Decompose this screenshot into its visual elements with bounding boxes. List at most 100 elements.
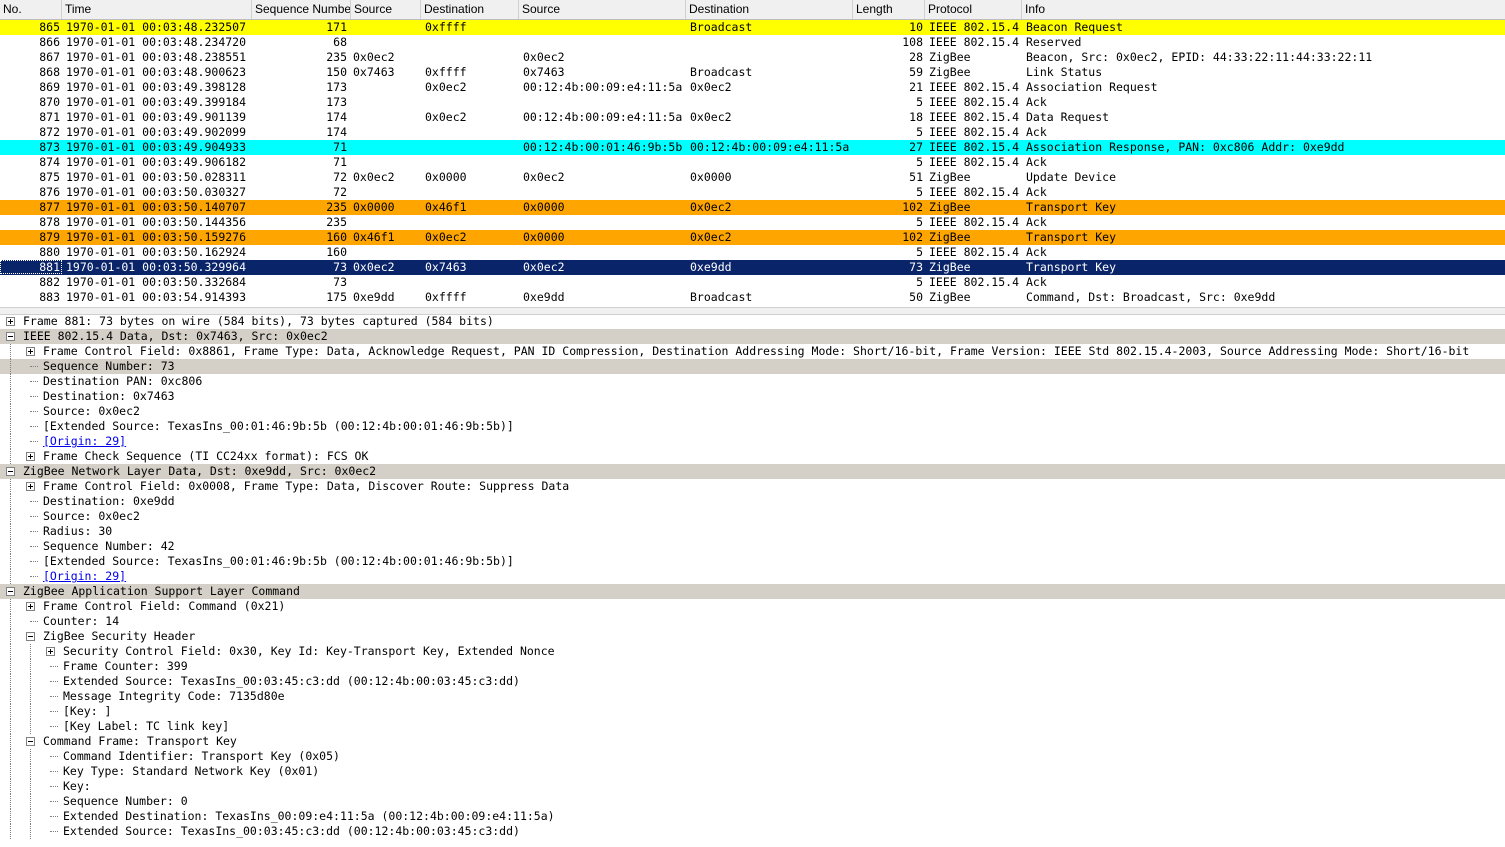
tree-connector: [50, 756, 58, 757]
expand-icon[interactable]: [26, 482, 35, 491]
column-header-destination-2[interactable]: Destination: [686, 0, 853, 19]
cell-time: 1970-01-01 00:03:48.232507: [66, 20, 247, 34]
tree-connector: [50, 666, 58, 667]
packet-row[interactable]: 867 1970-01-01 00:03:48.238551 235 0x0ec2 0x…: [0, 50, 1505, 65]
packet-row[interactable]: 865 1970-01-01 00:03:48.232507 171 0xffff Br…: [0, 20, 1505, 35]
tree-connector: [10, 734, 11, 749]
packet-row[interactable]: 875 1970-01-01 00:03:50.028311 72 0x0ec2 0x0…: [0, 170, 1505, 185]
packet-row-selected[interactable]: 881 1970-01-01 00:03:50.329964 73 0x0ec2 0x7…: [0, 260, 1505, 275]
column-header-source[interactable]: Source: [351, 0, 421, 19]
column-header-no[interactable]: No.: [0, 0, 62, 19]
tree-node[interactable]: Source: 0x0ec2: [0, 404, 1505, 419]
tree-node[interactable]: Key:: [0, 779, 1505, 794]
cell-info: Reserved: [1026, 35, 1082, 49]
origin-link[interactable]: [Origin: 29]: [43, 434, 126, 449]
packet-row[interactable]: 883 1970-01-01 00:03:54.914393 175 0xe9dd 0x…: [0, 290, 1505, 305]
tree-connector: [10, 644, 11, 659]
tree-node[interactable]: Frame Counter: 399: [0, 659, 1505, 674]
tree-node-label: ZigBee Security Header: [43, 629, 196, 643]
cell-info: Association Response, PAN: 0xc806 Addr: …: [1026, 140, 1345, 154]
packet-row[interactable]: 869 1970-01-01 00:03:49.398128 173 0x0ec2 00…: [0, 80, 1505, 95]
tree-node[interactable]: Key Type: Standard Network Key (0x01): [0, 764, 1505, 779]
packet-row[interactable]: 877 1970-01-01 00:03:50.140707 235 0x0000 0x…: [0, 200, 1505, 215]
cell-dst: 0x0000: [425, 170, 467, 184]
tree-node[interactable]: [Origin: 29]: [0, 569, 1505, 584]
tree-node[interactable]: [Origin: 29]: [0, 434, 1505, 449]
tree-node[interactable]: Command Frame: Transport Key: [0, 734, 1505, 749]
cell-time: 1970-01-01 00:03:49.398128: [66, 80, 247, 94]
tree-node[interactable]: IEEE 802.15.4 Data, Dst: 0x7463, Src: 0x…: [0, 329, 1505, 344]
tree-node[interactable]: Extended Source: TexasIns_00:03:45:c3:dd…: [0, 824, 1505, 839]
tree-node[interactable]: Extended Source: TexasIns_00:03:45:c3:dd…: [0, 674, 1505, 689]
tree-node[interactable]: Counter: 14: [0, 614, 1505, 629]
expand-icon[interactable]: [26, 452, 35, 461]
tree-node[interactable]: Frame Control Field: 0x8861, Frame Type:…: [0, 344, 1505, 359]
tree-node[interactable]: [Key: ]: [0, 704, 1505, 719]
tree-connector: [30, 809, 31, 824]
tree-node[interactable]: [Key Label: TC link key]: [0, 719, 1505, 734]
packet-row[interactable]: 873 1970-01-01 00:03:49.904933 71 00:12:4b:…: [0, 140, 1505, 155]
tree-connector: [10, 434, 11, 449]
packet-row[interactable]: 880 1970-01-01 00:03:50.162924 160 5 IEEE 80…: [0, 245, 1505, 260]
packet-row[interactable]: 868 1970-01-01 00:03:48.900623 150 0x7463 0x…: [0, 65, 1505, 80]
tree-node[interactable]: Sequence Number: 73: [0, 359, 1505, 374]
collapse-icon[interactable]: [6, 467, 15, 476]
column-header-protocol[interactable]: Protocol: [925, 0, 1022, 19]
cell-dst2: Broadcast: [690, 20, 753, 34]
packet-row[interactable]: 870 1970-01-01 00:03:49.399184 173 5 IEEE 80…: [0, 95, 1505, 110]
tree-node[interactable]: Sequence Number: 42: [0, 539, 1505, 554]
tree-node[interactable]: Frame Control Field: Command (0x21): [0, 599, 1505, 614]
cell-src: 0x7463: [353, 65, 395, 79]
tree-node-label: Key Type: Standard Network Key (0x01): [63, 764, 320, 778]
column-header-info[interactable]: Info: [1022, 0, 1505, 19]
tree-node[interactable]: Frame 881: 73 bytes on wire (584 bits), …: [0, 314, 1505, 329]
packet-row[interactable]: 872 1970-01-01 00:03:49.902099 174 5 IEEE 80…: [0, 125, 1505, 140]
packet-row[interactable]: 866 1970-01-01 00:03:48.234720 68 108 IEEE 8…: [0, 35, 1505, 50]
tree-node[interactable]: [Extended Source: TexasIns_00:01:46:9b:5…: [0, 419, 1505, 434]
tree-node[interactable]: ZigBee Application Support Layer Command: [0, 584, 1505, 599]
cell-src2: 0x7463: [523, 65, 565, 79]
tree-node[interactable]: ZigBee Network Layer Data, Dst: 0xe9dd, …: [0, 464, 1505, 479]
collapse-icon[interactable]: [6, 332, 15, 341]
column-header-destination[interactable]: Destination: [421, 0, 519, 19]
tree-node[interactable]: Sequence Number: 0: [0, 794, 1505, 809]
column-header-time[interactable]: Time: [62, 0, 252, 19]
tree-node[interactable]: ZigBee Security Header: [0, 629, 1505, 644]
collapse-icon[interactable]: [26, 632, 35, 641]
cell-info: Ack: [1026, 215, 1047, 229]
tree-node[interactable]: Destination PAN: 0xc806: [0, 374, 1505, 389]
tree-node[interactable]: Frame Check Sequence (TI CC24xx format):…: [0, 449, 1505, 464]
cell-no: 870: [39, 95, 60, 109]
expand-icon[interactable]: [26, 602, 35, 611]
tree-node[interactable]: Extended Destination: TexasIns_00:09:e4:…: [0, 809, 1505, 824]
tree-node[interactable]: Security Control Field: 0x30, Key Id: Ke…: [0, 644, 1505, 659]
packet-row[interactable]: 876 1970-01-01 00:03:50.030327 72 5 IEEE 802…: [0, 185, 1505, 200]
tree-node[interactable]: [Extended Source: TexasIns_00:01:46:9b:5…: [0, 554, 1505, 569]
packet-row[interactable]: 882 1970-01-01 00:03:50.332684 73 5 IEEE 802…: [0, 275, 1505, 290]
column-header-length[interactable]: Length: [853, 0, 925, 19]
cell-len: 59: [909, 65, 923, 79]
cell-dst2: 0x0ec2: [690, 200, 732, 214]
cell-info: Transport Key: [1026, 230, 1117, 244]
packet-row[interactable]: 874 1970-01-01 00:03:49.906182 71 5 IEEE 802…: [0, 155, 1505, 170]
collapse-icon[interactable]: [6, 587, 15, 596]
expand-icon[interactable]: [6, 317, 15, 326]
column-header-source-2[interactable]: Source: [519, 0, 686, 19]
collapse-icon[interactable]: [26, 737, 35, 746]
tree-node[interactable]: Message Integrity Code: 7135d80e: [0, 689, 1505, 704]
tree-connector: [30, 411, 38, 412]
cell-info: Link Status: [1026, 65, 1103, 79]
tree-node[interactable]: Destination: 0xe9dd: [0, 494, 1505, 509]
origin-link[interactable]: [Origin: 29]: [43, 569, 126, 584]
tree-node[interactable]: Frame Control Field: 0x0008, Frame Type:…: [0, 479, 1505, 494]
column-header-sequence-number[interactable]: Sequence Number: [252, 0, 351, 19]
tree-node[interactable]: Destination: 0x7463: [0, 389, 1505, 404]
packet-row[interactable]: 879 1970-01-01 00:03:50.159276 160 0x46f1 0x…: [0, 230, 1505, 245]
packet-row[interactable]: 871 1970-01-01 00:03:49.901139 174 0x0ec2 00…: [0, 110, 1505, 125]
tree-node[interactable]: Radius: 30: [0, 524, 1505, 539]
packet-row[interactable]: 878 1970-01-01 00:03:50.144356 235 5 IEEE 80…: [0, 215, 1505, 230]
expand-icon[interactable]: [26, 347, 35, 356]
tree-node[interactable]: Source: 0x0ec2: [0, 509, 1505, 524]
expand-icon[interactable]: [46, 647, 55, 656]
tree-node[interactable]: Command Identifier: Transport Key (0x05): [0, 749, 1505, 764]
